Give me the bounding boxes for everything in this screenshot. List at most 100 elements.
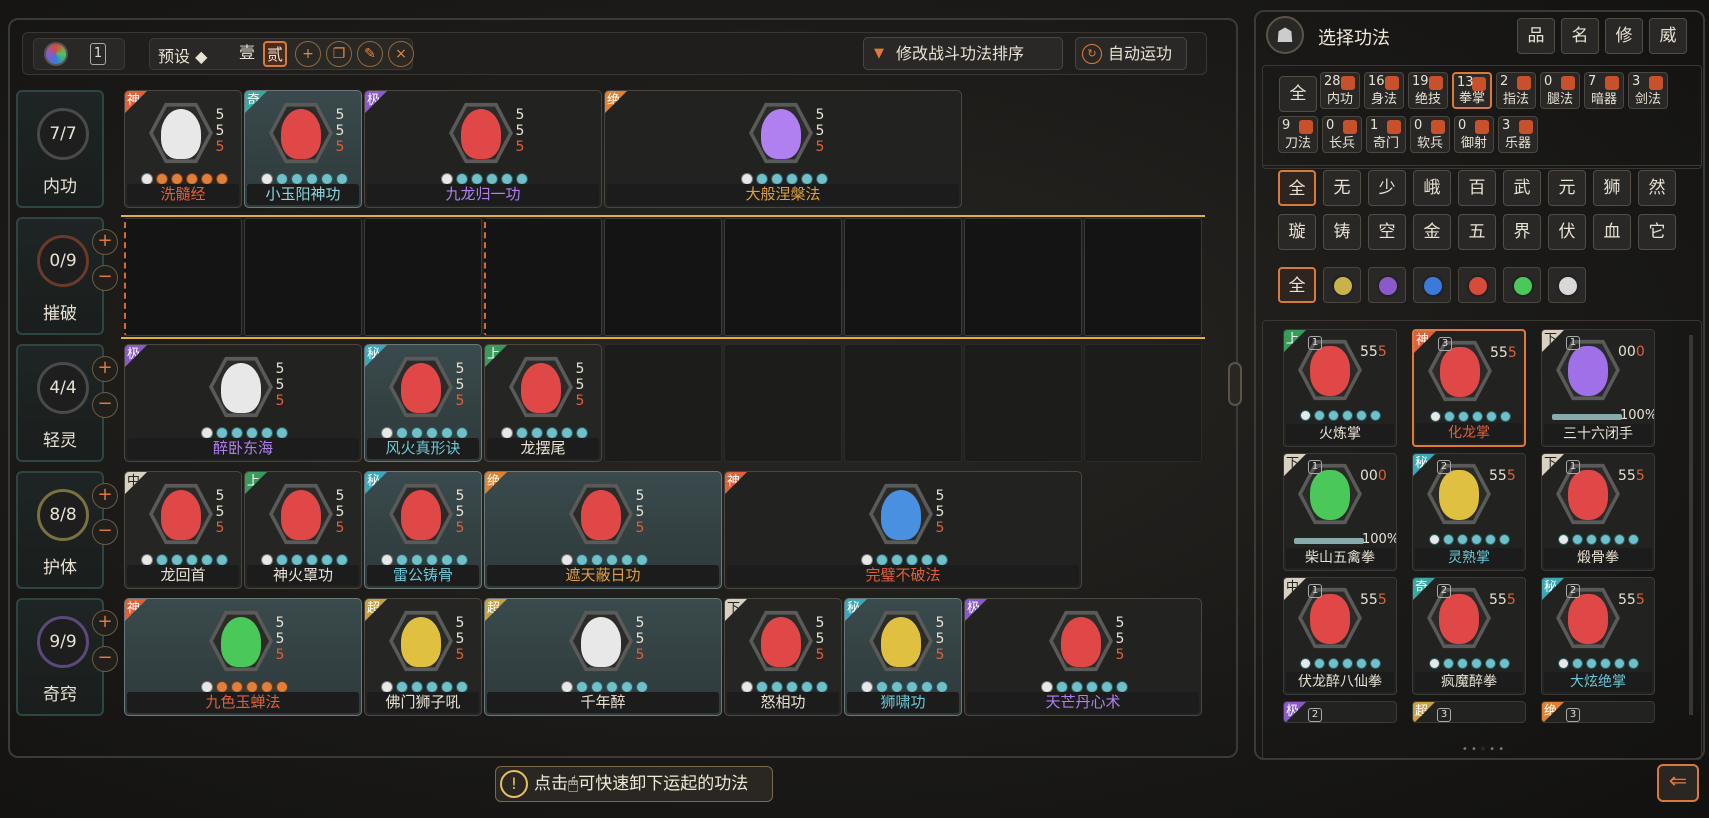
category-10-button[interactable]: 1 奇门 [1366, 116, 1406, 153]
empty-slot[interactable] [724, 344, 842, 462]
library-skill-card[interactable]: 奇 2 555 疯魔醉拳 [1412, 577, 1526, 695]
empty-slot[interactable] [484, 218, 602, 336]
category-5-button[interactable]: 0 腿法 [1540, 72, 1580, 109]
element-filter-icon[interactable] [1503, 267, 1541, 303]
category-13-button[interactable]: 3 乐器 [1498, 116, 1538, 153]
skill-card[interactable]: 极 555 九龙归一功 [364, 90, 602, 208]
profile-chip[interactable]: 1 [33, 38, 125, 70]
category-4-button[interactable]: 2 指法 [1496, 72, 1536, 109]
modify-order-button[interactable]: ▼ 修改战斗功法排序 [863, 37, 1063, 70]
remove-slot-icon[interactable]: − [92, 646, 118, 672]
sect-filter-button[interactable]: 然 [1638, 170, 1676, 206]
library-skill-card[interactable]: 超3 [1412, 701, 1526, 723]
skill-card[interactable]: 神 555 完璧不破法 [724, 471, 1082, 589]
empty-slot[interactable] [724, 218, 842, 336]
empty-slot[interactable] [604, 344, 722, 462]
sect-filter-button[interactable]: 金 [1413, 214, 1451, 250]
category-3-button[interactable]: 13 拳掌 [1452, 72, 1492, 109]
sect-filter-button[interactable]: 伏 [1548, 214, 1586, 250]
auto-cultivate-button[interactable]: ↻ 自动运功 [1075, 37, 1187, 70]
category-11-button[interactable]: 0 软兵 [1410, 116, 1450, 153]
grid-scrollbar[interactable] [1689, 335, 1693, 715]
element-filter-icon[interactable] [1458, 267, 1496, 303]
add-slot-icon[interactable]: + [92, 483, 118, 509]
skill-card[interactable]: 秘 555 狮啸功 [844, 598, 962, 716]
category-all-button[interactable]: 全 [1279, 76, 1317, 112]
library-skill-card[interactable]: 秘 2 555 灵熟掌 [1412, 453, 1526, 571]
sect-filter-button[interactable]: 少 [1368, 170, 1406, 206]
empty-slot[interactable] [844, 344, 962, 462]
library-skill-card[interactable]: 极2 [1283, 701, 1397, 723]
library-skill-card[interactable]: 上 1 555 火炼掌 [1283, 329, 1397, 447]
skill-card[interactable]: 神 555 洗髓经 [124, 90, 242, 208]
empty-slot[interactable] [244, 218, 362, 336]
sect-filter-button[interactable]: 狮 [1593, 170, 1631, 206]
skill-card[interactable]: 绝 555 大般涅槃法 [604, 90, 962, 208]
category-2-button[interactable]: 19 绝技 [1408, 72, 1448, 109]
skill-card[interactable]: 奇 555 小玉阳神功 [244, 90, 362, 208]
sect-filter-button[interactable]: 五 [1458, 214, 1496, 250]
sort-quality-button[interactable]: 品 [1517, 18, 1555, 54]
panel-divider-handle[interactable] [1228, 362, 1242, 406]
skill-card[interactable]: 秘 555 雷公铸骨 [364, 471, 482, 589]
remove-slot-icon[interactable]: − [92, 265, 118, 291]
remove-slot-icon[interactable]: − [92, 519, 118, 545]
sect-filter-button[interactable]: 元 [1548, 170, 1586, 206]
category-6-button[interactable]: 7 暗器 [1584, 72, 1624, 109]
sect-filter-button[interactable]: 铸 [1323, 214, 1361, 250]
category-0-button[interactable]: 28 内功 [1320, 72, 1360, 109]
sort-name-button[interactable]: 名 [1561, 18, 1599, 54]
empty-slot[interactable] [844, 218, 962, 336]
category-12-button[interactable]: 0 御射 [1454, 116, 1494, 153]
empty-slot[interactable] [364, 218, 482, 336]
element-all-button[interactable]: 全 [1278, 267, 1316, 303]
sect-filter-button[interactable]: 峨 [1413, 170, 1451, 206]
empty-slot[interactable] [1084, 344, 1202, 462]
remove-slot-icon[interactable]: − [92, 392, 118, 418]
add-slot-icon[interactable]: + [92, 356, 118, 382]
category-8-button[interactable]: 9 刀法 [1278, 116, 1318, 153]
element-filter-icon[interactable] [1368, 267, 1406, 303]
library-skill-card[interactable]: 下 1 555 煅骨拳 [1541, 453, 1655, 571]
empty-slot[interactable] [1084, 218, 1202, 336]
category-9-button[interactable]: 0 长兵 [1322, 116, 1362, 153]
library-skill-card[interactable]: 秘 2 555 大炫绝掌 [1541, 577, 1655, 695]
library-skill-card[interactable]: 中 1 555 伏龙醉八仙拳 [1283, 577, 1397, 695]
sect-filter-button[interactable]: 空 [1368, 214, 1406, 250]
library-skill-card[interactable]: 下 1 000 100% 柴山五禽拳 [1283, 453, 1397, 571]
sect-filter-button[interactable]: 全 [1278, 170, 1316, 206]
sect-filter-button[interactable]: 武 [1503, 170, 1541, 206]
preset-1-button[interactable]: 壹 [235, 41, 259, 67]
sect-filter-button[interactable]: 百 [1458, 170, 1496, 206]
category-7-button[interactable]: 3 剑法 [1628, 72, 1668, 109]
element-filter-icon[interactable] [1548, 267, 1586, 303]
element-filter-icon[interactable] [1323, 267, 1361, 303]
preset-2-button[interactable]: 贰 [263, 41, 287, 67]
skill-card[interactable]: 极 555 天芒丹心术 [964, 598, 1202, 716]
empty-slot[interactable] [124, 218, 242, 336]
add-preset-icon[interactable]: + [295, 41, 321, 67]
element-filter-icon[interactable] [1413, 267, 1451, 303]
skill-card[interactable]: 下 555 怒相功 [724, 598, 842, 716]
skill-card[interactable]: 上 555 龙摆尾 [484, 344, 602, 462]
library-skill-card[interactable]: 绝3 [1541, 701, 1655, 723]
skill-card[interactable]: 上 555 神火罩功 [244, 471, 362, 589]
skill-card[interactable]: 超 555 佛门狮子吼 [364, 598, 482, 716]
skill-card[interactable]: 超 555 千年醉 [484, 598, 722, 716]
sect-filter-button[interactable]: 界 [1503, 214, 1541, 250]
skill-card[interactable]: 秘 555 风火真形诀 [364, 344, 482, 462]
sort-power-button[interactable]: 威 [1649, 18, 1687, 54]
skill-card[interactable]: 中 555 龙回首 [124, 471, 242, 589]
sort-cultivation-button[interactable]: 修 [1605, 18, 1643, 54]
sect-filter-button[interactable]: 无 [1323, 170, 1361, 206]
empty-slot[interactable] [964, 218, 1082, 336]
add-slot-icon[interactable]: + [92, 229, 118, 255]
library-skill-card[interactable]: 下 1 000 100% 三十六闭手 [1541, 329, 1655, 447]
back-button[interactable]: ⇐ [1657, 764, 1699, 802]
skill-card[interactable]: 极 555 醉卧东海 [124, 344, 362, 462]
delete-preset-icon[interactable]: × [388, 41, 414, 67]
sect-filter-button[interactable]: 它 [1638, 214, 1676, 250]
skill-card[interactable]: 绝 555 遮天蔽日功 [484, 471, 722, 589]
empty-slot[interactable] [604, 218, 722, 336]
add-slot-icon[interactable]: + [92, 610, 118, 636]
